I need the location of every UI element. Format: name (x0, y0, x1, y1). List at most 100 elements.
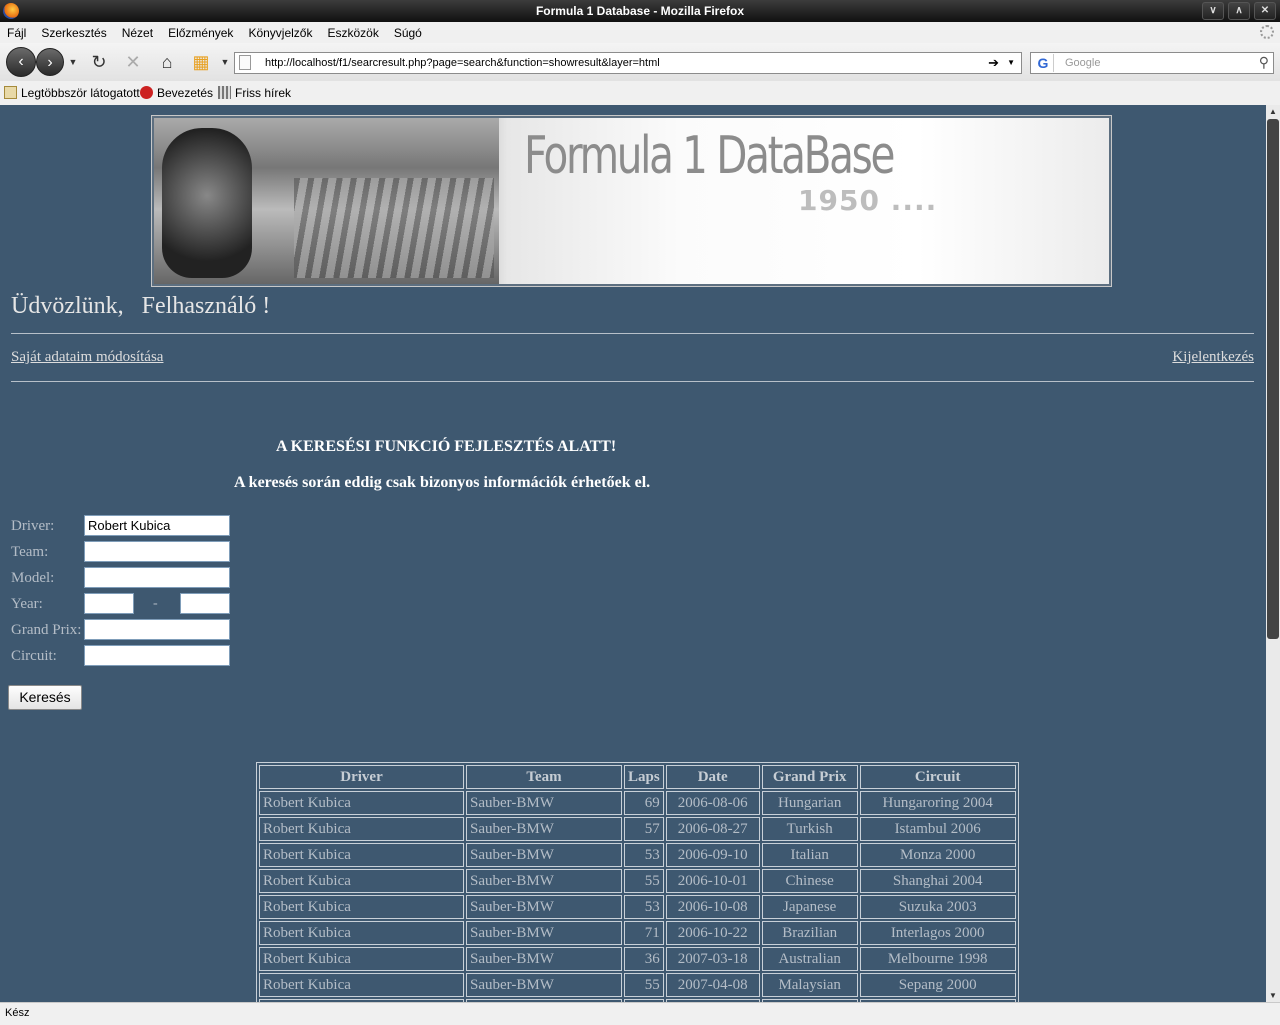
cell-circuit: Suzuka 2003 (859, 895, 1016, 919)
menu-bookmarks[interactable]: Könyvjelzők (248, 26, 312, 40)
url-text[interactable]: http://localhost/f1/searcresult.php?page… (265, 53, 660, 73)
menu-history[interactable]: Előzmények (168, 26, 233, 40)
search-button[interactable]: Keresés (8, 685, 82, 710)
minimize-button[interactable]: ∨ (1202, 2, 1224, 20)
welcome-greeting: Üdvözlünk, (11, 293, 124, 319)
bookmark-label: Friss hírek (235, 86, 292, 100)
google-search-engine-icon[interactable]: G (1033, 54, 1054, 72)
history-dropdown-icon[interactable]: ▼ (62, 51, 84, 73)
vertical-scrollbar[interactable]: ▲ ▼ (1266, 105, 1280, 1002)
cell-laps: 55 (624, 869, 664, 893)
table-row: Robert Kubica Sauber-BMW 36 2007-03-18 A… (259, 947, 1016, 971)
driver-portrait (162, 128, 252, 278)
menu-bar: Fájl Szerkesztés Nézet Előzmények Könyvj… (0, 22, 1280, 43)
page-icon (239, 55, 251, 70)
column-header-grand-prix: Grand Prix (761, 765, 858, 789)
reload-icon[interactable]: ↻ (88, 51, 110, 73)
cell-laps: 53 (624, 843, 664, 867)
bookmark-red-icon (140, 86, 153, 99)
grand-prix-label: Grand Prix: (11, 622, 82, 638)
cell-date: 2007-04-08 (665, 973, 760, 997)
cell-grand-prix: Australian (761, 947, 858, 971)
menu-tools[interactable]: Eszközök (327, 26, 378, 40)
cell-team: Sauber-BMW (466, 869, 622, 893)
back-button[interactable]: ‹ (6, 47, 36, 77)
edit-profile-link[interactable]: Saját adataim módosítása (11, 349, 163, 366)
notice-subheading: A keresés során eddig csak bizonyos info… (234, 474, 651, 491)
cell-circuit: Melbourne 1998 (859, 947, 1016, 971)
column-header-team: Team (466, 765, 622, 789)
logout-link[interactable]: Kijelentkezés (1172, 349, 1254, 366)
cell-team: Sauber-BMW (466, 973, 622, 997)
menu-help[interactable]: Súgó (394, 26, 422, 40)
stop-icon[interactable]: ✕ (122, 51, 144, 73)
cell-circuit: Istambul 2006 (859, 817, 1016, 841)
cell-grand-prix: Brazilian (761, 921, 858, 945)
addons-icon[interactable]: ▦ (190, 51, 212, 73)
cell-driver: Robert Kubica (259, 895, 464, 919)
cell-laps: 36 (624, 947, 664, 971)
home-icon[interactable]: ⌂ (156, 51, 178, 73)
table-header-row: Driver Team Laps Date Grand Prix Circuit (259, 765, 1016, 789)
banner-subtitle: 1950 .... (798, 184, 938, 217)
close-button[interactable]: ✕ (1254, 2, 1276, 20)
notice-heading: A KERESÉSI FUNKCIÓ FEJLESZTÉS ALATT! (276, 438, 617, 455)
forward-button[interactable]: › (36, 48, 64, 76)
bookmark-getting-started[interactable]: Bevezetés (140, 86, 213, 100)
year-to-input[interactable] (180, 593, 230, 614)
cell-driver: Robert Kubica (259, 843, 464, 867)
cell-grand-prix: Malaysian (761, 973, 858, 997)
banner-photo (154, 118, 499, 284)
url-dropdown-icon[interactable]: ▼ (1007, 53, 1015, 73)
search-placeholder: Google (1065, 57, 1101, 69)
year-from-input[interactable] (84, 593, 134, 614)
cell-team: Sauber-BMW (466, 921, 622, 945)
table-row: Robert Kubica Sauber-BMW 71 2006-10-22 B… (259, 921, 1016, 945)
menu-edit[interactable]: Szerkesztés (41, 26, 106, 40)
search-box[interactable]: G Google ⚲ (1030, 52, 1274, 74)
divider (11, 333, 1254, 334)
team-label: Team: (11, 544, 49, 560)
cell-date: 2006-08-06 (665, 791, 760, 815)
cell-grand-prix: Japanese (761, 895, 858, 919)
maximize-button[interactable]: ∧ (1228, 2, 1250, 20)
addons-dropdown-icon[interactable]: ▼ (214, 51, 236, 73)
circuit-input[interactable] (84, 645, 230, 666)
cell-date: 2007-03-18 (665, 947, 760, 971)
bookmark-most-visited[interactable]: Legtöbbször látogatott (4, 86, 140, 100)
driver-label: Driver: (11, 518, 55, 534)
divider (11, 381, 1254, 382)
welcome-user: Felhasználó ! (141, 293, 271, 319)
cell-circuit: Interlagos 2000 (859, 921, 1016, 945)
cell-circuit: Sepang 2000 (859, 973, 1016, 997)
welcome-message: Üdvözlünk, Felhasználó ! (11, 293, 270, 320)
team-input[interactable] (84, 541, 230, 562)
banner-title: Formula 1 DataBase (524, 126, 895, 186)
menu-view[interactable]: Nézet (122, 26, 153, 40)
firefox-logo-icon (3, 3, 19, 19)
magnifier-icon[interactable]: ⚲ (1259, 54, 1269, 71)
model-input[interactable] (84, 567, 230, 588)
cell-date: 2006-08-27 (665, 817, 760, 841)
cell-driver: Robert Kubica (259, 921, 464, 945)
folder-icon (4, 86, 17, 99)
year-label: Year: (11, 596, 43, 612)
rss-feed-icon (218, 86, 231, 99)
driver-input[interactable]: Robert Kubica (84, 515, 230, 536)
cell-team: Sauber-BMW (466, 947, 622, 971)
bookmark-latest-news[interactable]: Friss hírek (218, 86, 291, 100)
grand-prix-input[interactable] (84, 619, 230, 640)
cell-team: Sauber-BMW (466, 791, 622, 815)
go-arrow-icon[interactable]: ➔ (988, 53, 999, 73)
menu-file[interactable]: Fájl (7, 26, 26, 40)
cell-team: Sauber-BMW (466, 817, 622, 841)
scroll-up-arrow-icon[interactable]: ▲ (1266, 105, 1280, 118)
model-label: Model: (11, 570, 55, 586)
table-row: Robert Kubica Sauber-BMW 53 2006-10-08 J… (259, 895, 1016, 919)
scrollbar-thumb[interactable] (1267, 119, 1279, 639)
cell-driver: Robert Kubica (259, 791, 464, 815)
cell-laps: 71 (624, 921, 664, 945)
scroll-down-arrow-icon[interactable]: ▼ (1266, 989, 1280, 1002)
address-bar[interactable]: http://localhost/f1/searcresult.php?page… (234, 52, 1022, 74)
table-row: Robert Kubica Sauber-BMW 55 2006-10-01 C… (259, 869, 1016, 893)
